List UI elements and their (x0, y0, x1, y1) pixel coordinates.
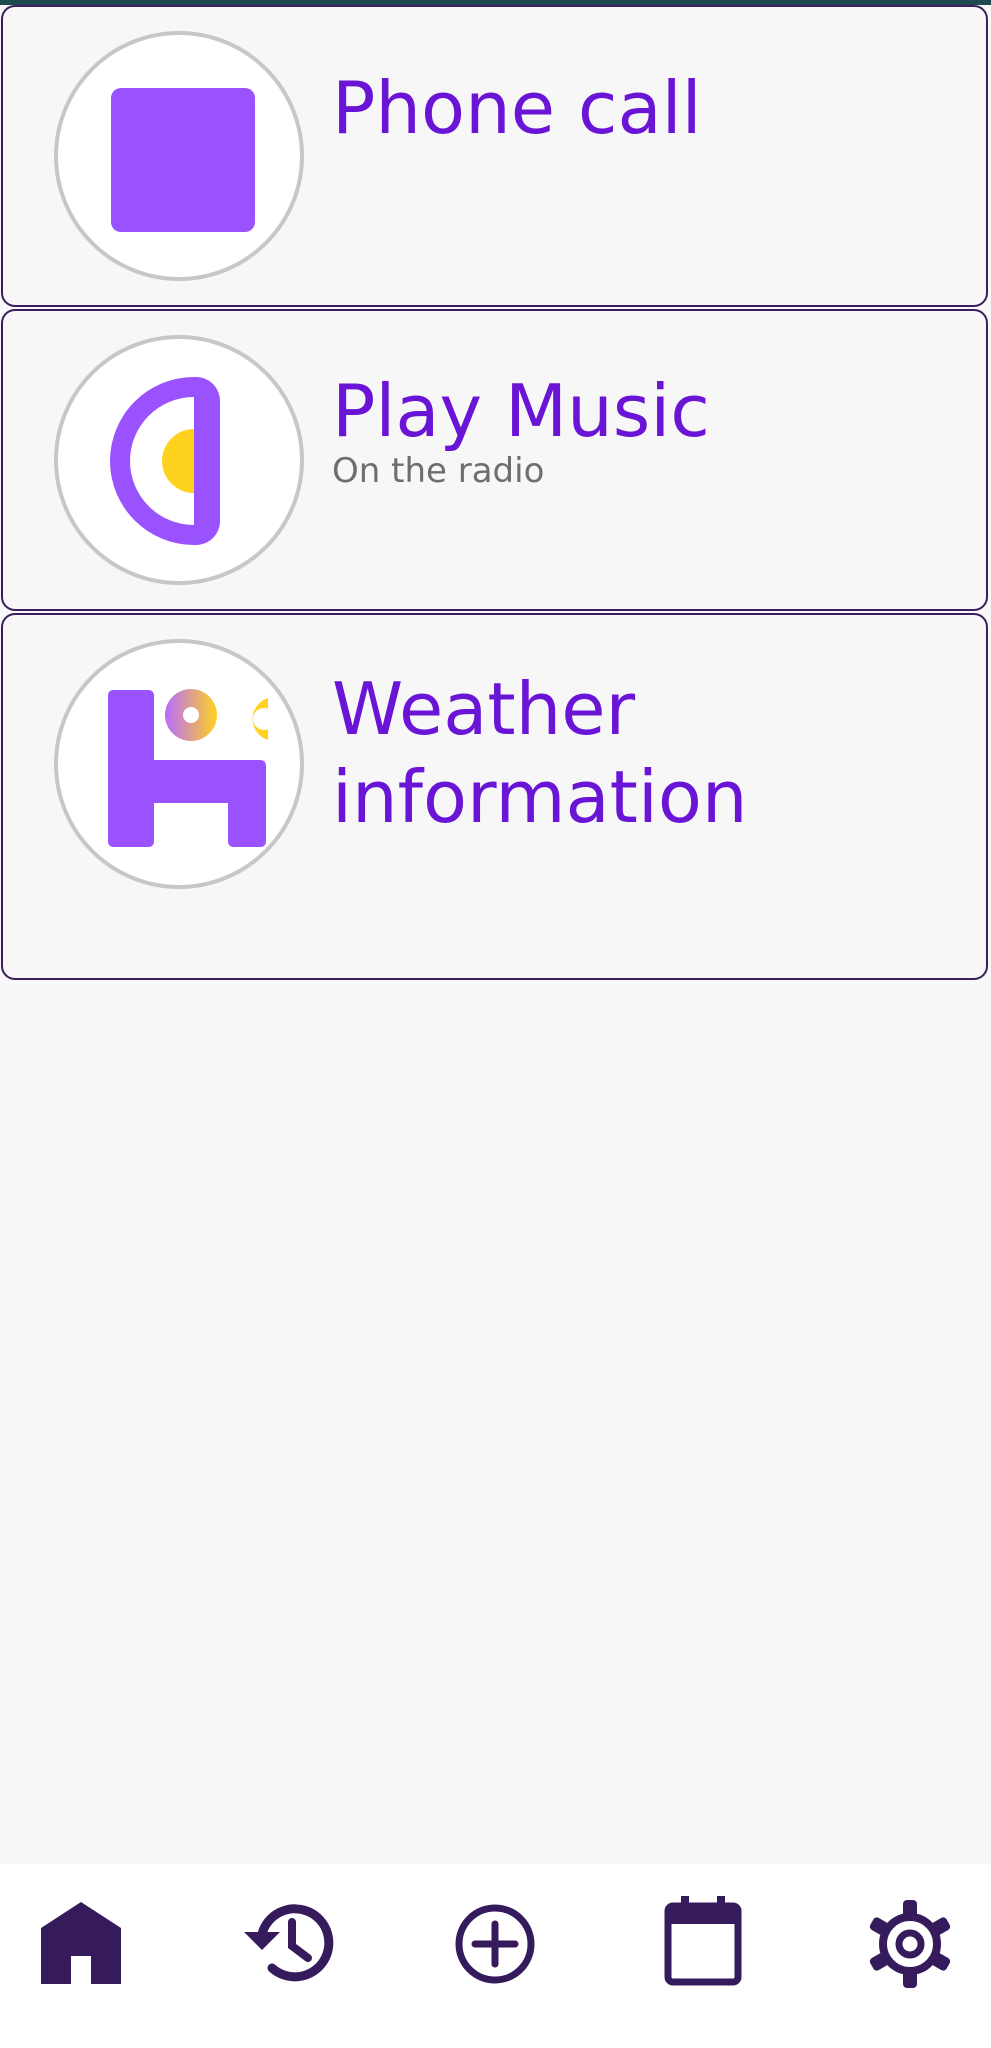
card-play-music[interactable]: Play Music On the radio (1, 309, 988, 611)
add-circle-icon (455, 1904, 535, 1984)
weather-icon (54, 639, 304, 889)
bottom-navigation-bar (0, 1864, 991, 2048)
settings-icon (869, 1900, 951, 1988)
nav-settings-button[interactable] (850, 1884, 970, 2004)
card-title: Phone call (332, 66, 702, 150)
calendar-icon (664, 1896, 742, 1986)
play-music-icon (54, 335, 304, 585)
card-phone-call[interactable]: Phone call (1, 5, 988, 307)
home-icon (41, 1902, 121, 1984)
phone-call-icon (54, 31, 304, 281)
nav-calendar-button[interactable] (643, 1884, 763, 2004)
card-title-line-2: information (332, 755, 748, 839)
card-subtitle: On the radio (332, 451, 545, 491)
history-icon (244, 1904, 334, 1982)
nav-add-button[interactable] (435, 1884, 555, 2004)
card-title-line-1: Weather (332, 667, 636, 751)
card-weather-information[interactable]: Weather information (1, 613, 988, 980)
nav-home-button[interactable] (21, 1884, 141, 2004)
card-title: Play Music (332, 369, 710, 453)
nav-history-button[interactable] (228, 1884, 348, 2004)
